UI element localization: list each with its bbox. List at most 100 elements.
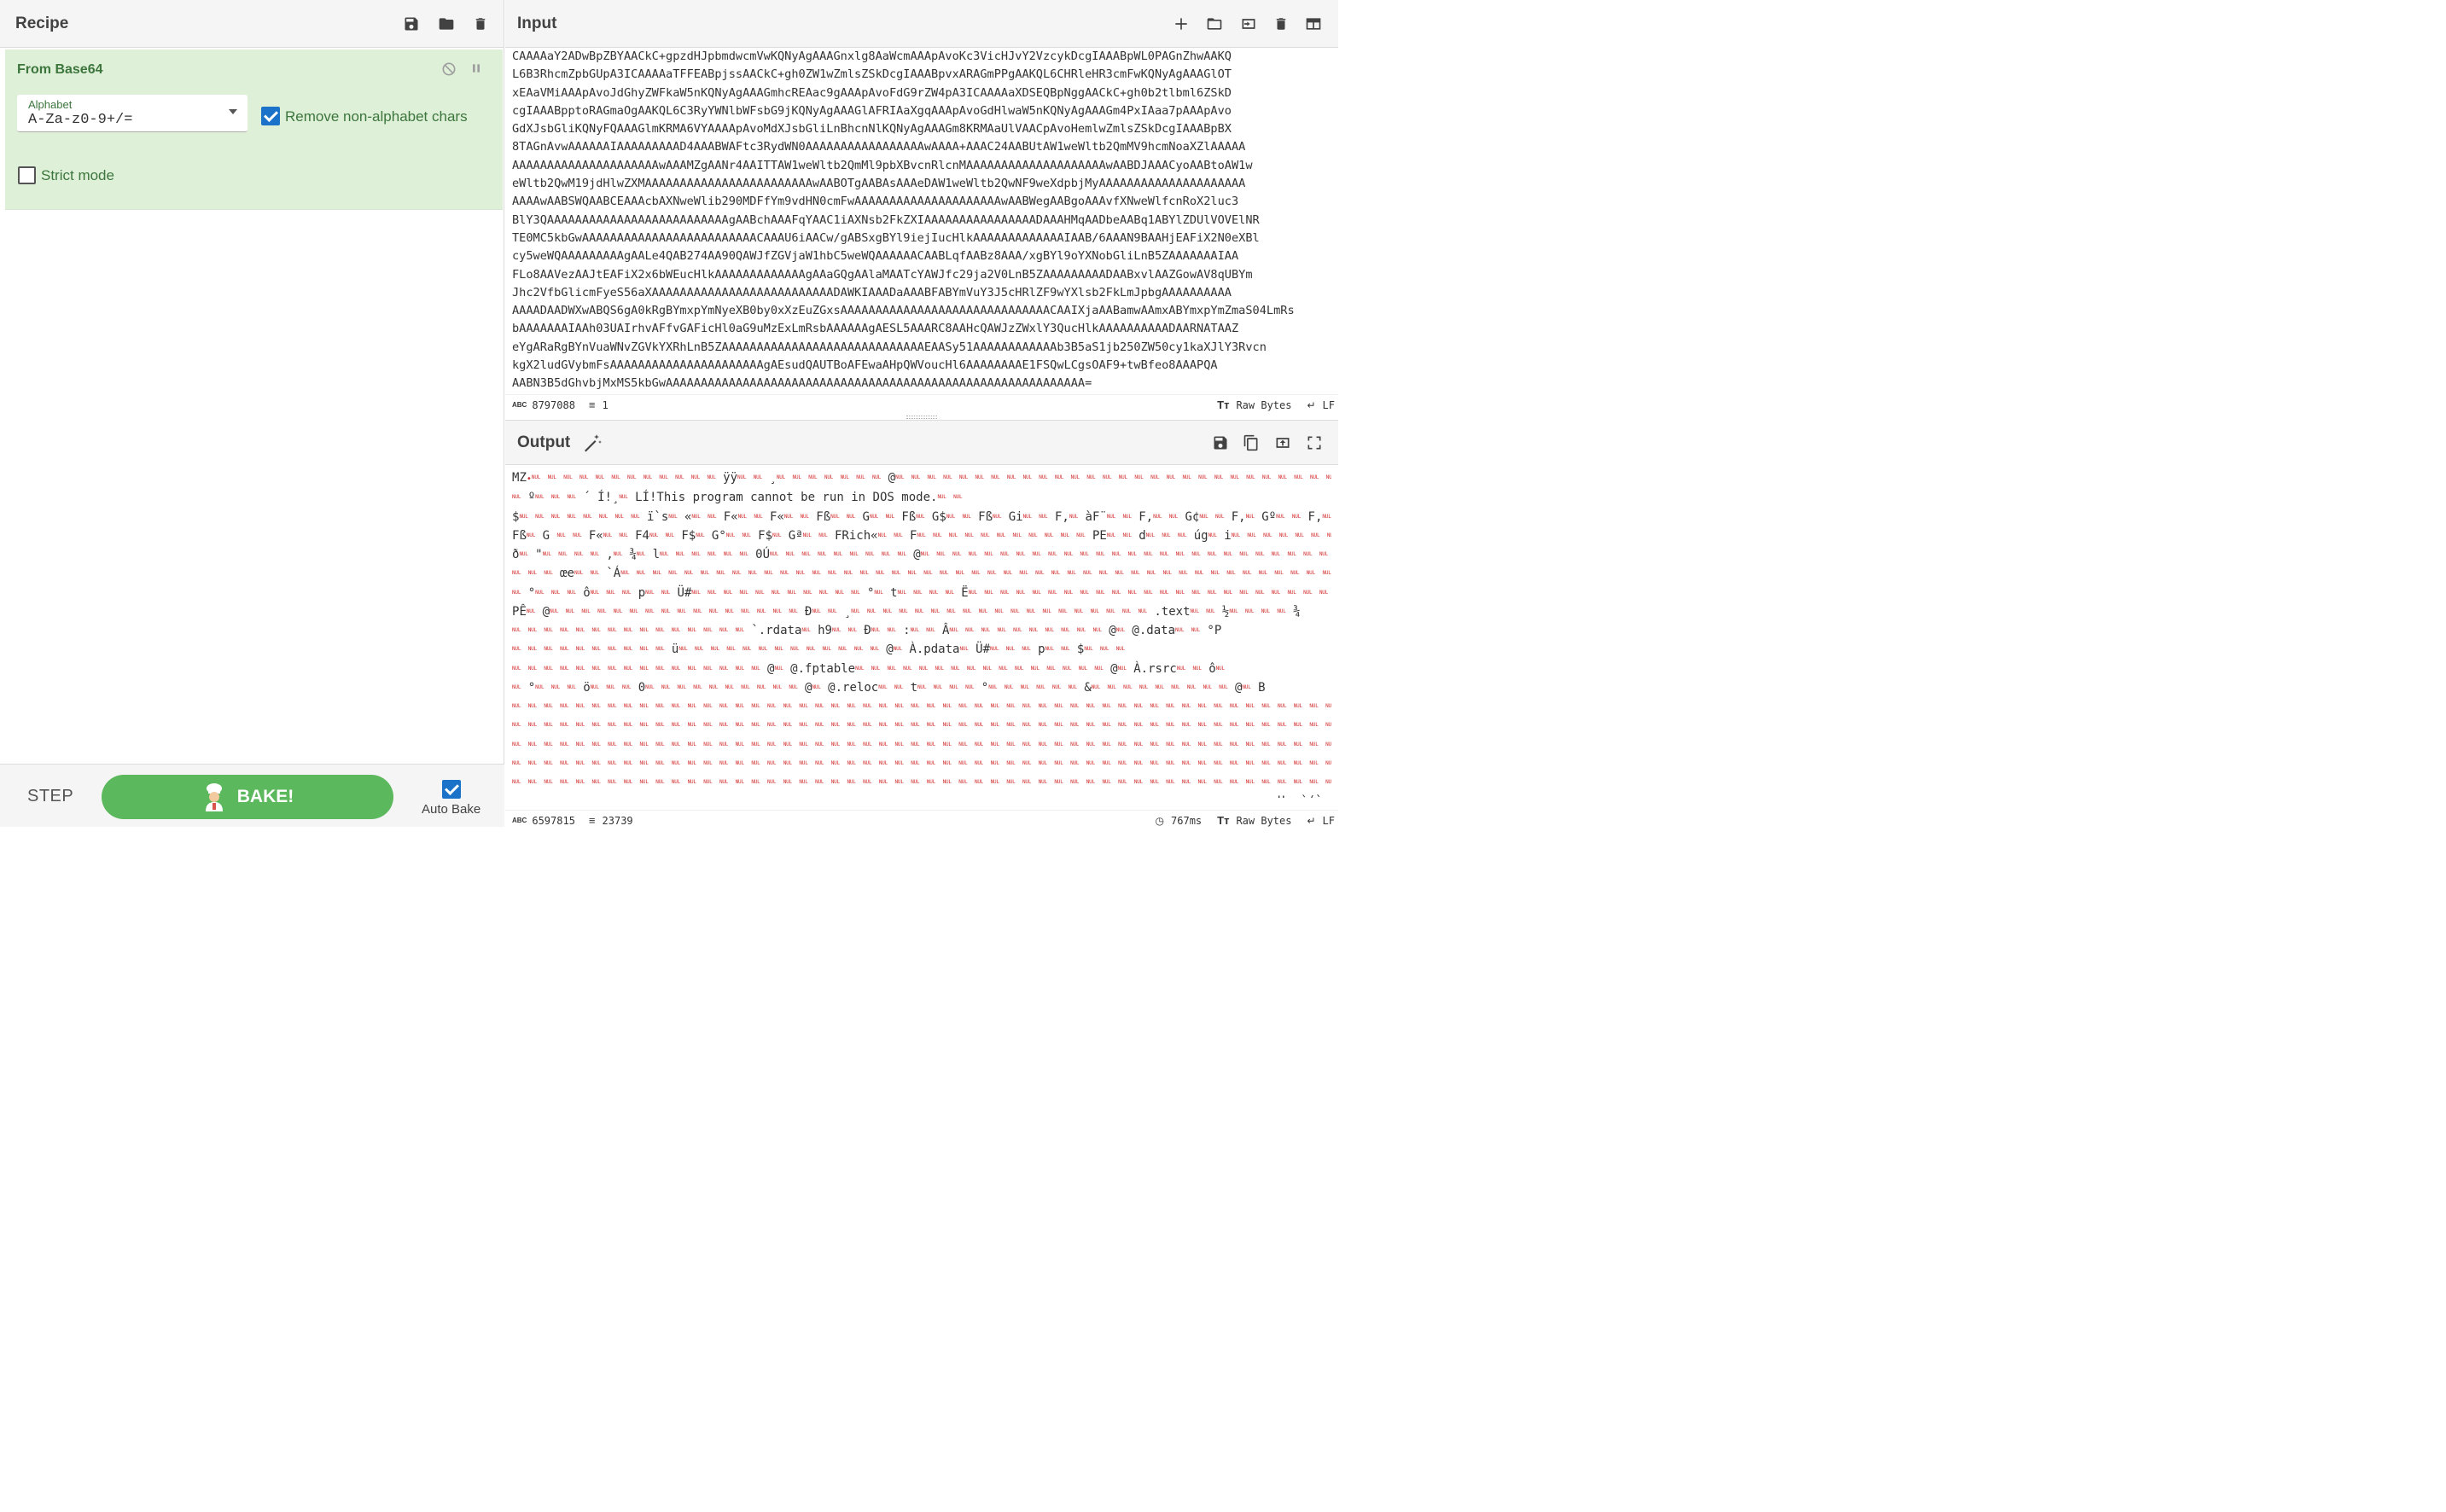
open-file-icon[interactable]	[1239, 15, 1258, 32]
save-output-icon[interactable]	[1212, 434, 1229, 451]
char-count-icon: ABC	[512, 817, 527, 824]
save-icon[interactable]	[403, 15, 420, 32]
output-title: Output	[517, 433, 571, 451]
remove-non-alphabet-label[interactable]: Remove non-alphabet chars	[285, 108, 468, 125]
bake-time: 767ms	[1171, 814, 1203, 827]
text-format-icon: Tт	[1217, 814, 1230, 827]
output-line: NUL NUL NUL NUL NUL NUL NUL NUL NUL NUL …	[512, 661, 1225, 676]
recipe-title: Recipe	[15, 14, 69, 32]
add-tab-icon[interactable]	[1173, 15, 1190, 32]
recipe-header: Recipe	[0, 0, 504, 48]
output-format[interactable]: Raw Bytes	[1236, 815, 1291, 827]
magic-wand-icon[interactable]	[582, 433, 603, 453]
pane-resize-handle[interactable]	[906, 416, 937, 419]
output-line: NUL °NUL NUL NUL öNUL NUL NUL 0NUL NUL N…	[512, 680, 1266, 695]
step-button[interactable]: STEP	[27, 787, 73, 806]
output-line: NUL NUL NUL NUL NUL NUL NUL NUL NUL NUL …	[512, 703, 1331, 709]
output-char-count: 6597815	[532, 814, 575, 827]
input-line: L6B3RhcmZpbGUpA3ICAAAAaTFFEABpjssAACkC+g…	[512, 67, 1232, 82]
output-header: Output	[505, 421, 1338, 465]
input-eol[interactable]: LF	[1323, 399, 1335, 411]
output-line: NUL NUL NUL œeNUL NUL `ÁNUL NUL NUL NUL …	[512, 567, 1331, 580]
output-statusbar: ABC 6597815 ≡ 23739 ◷ 767ms Tт Raw Bytes…	[505, 810, 1338, 830]
strict-mode-label[interactable]: Strict mode	[41, 167, 114, 184]
operation-from-base64: From Base64 Alphabet A-Za-z0-9+/= Remove…	[5, 49, 503, 210]
remove-non-alphabet-checkbox[interactable]	[261, 107, 280, 125]
auto-bake-checkbox[interactable]	[442, 780, 461, 799]
output-line: NUL NUL NUL NUL NUL NUL NUL NUL NUL NUL …	[512, 759, 1331, 766]
input-line: Jhc2VfbGlicmFyeS56aXAAAAAAAAAAAAAAAAAAAA…	[512, 285, 1232, 299]
input-line: kgX2ludGVybmFsAAAAAAAAAAAAAAAAAAAAAAgAEs…	[512, 358, 1218, 373]
output-line: NUL ºNUL NUL NUL ´ Í!¸NUL LÍ!This progra…	[512, 491, 963, 504]
output-line: MZ•NUL NUL NUL NUL NUL NUL NUL NUL NUL N…	[512, 470, 1331, 485]
pause-icon[interactable]	[469, 61, 483, 76]
input-line: eWltb2QwM19jdHlwZXMAAAAAAAAAAAAAAAAAAAAA…	[512, 177, 1246, 191]
alphabet-value: A-Za-z0-9+/=	[28, 112, 133, 128]
eol-icon: ↵	[1307, 398, 1316, 411]
input-line: FLo8AAVezAAJtEAFiX2x6bWEucHlkAAAAAAAAAAA…	[512, 267, 1253, 282]
input-char-count: 8797088	[532, 398, 575, 411]
recipe-pane: Recipe From Base64 Alphabet A-Za-z0-9+/=	[0, 0, 504, 827]
output-line-count: 23739	[602, 814, 633, 827]
input-textarea[interactable]: CAAAAaY2ADwBpZBYAACkC+gpzdHJpbmdwcmVwKQN…	[512, 48, 1327, 393]
output-line: FßNUL G NUL NUL F«NUL NUL F4NUL NUL F$NU…	[512, 528, 1331, 543]
output-pane: Output MZ•NUL NUL NUL NUL NUL NUL NUL NU…	[505, 420, 1338, 830]
copy-icon[interactable]	[1243, 433, 1260, 452]
output-line: PÊNUL @NUL NUL NUL NUL NUL NUL NUL NUL N…	[512, 604, 1301, 619]
disable-icon[interactable]	[440, 61, 457, 78]
input-line: AAAADAADWXwABQS6gA0kRgBYmxpYmNyeXB0by0xX…	[512, 304, 1295, 318]
trash-icon[interactable]	[473, 15, 488, 32]
char-count-icon: ABC	[512, 401, 527, 409]
replace-input-icon[interactable]	[1273, 434, 1292, 451]
clear-input-icon[interactable]	[1273, 15, 1289, 32]
output-line: NUL NUL NUL NUL NUL NUL NUL NUL NUL NUL …	[512, 792, 1331, 798]
input-line: TE0MC5kbGwAAAAAAAAAAAAAAAAAAAAAAAAACAAAU…	[512, 230, 1260, 245]
line-count-icon: ≡	[588, 814, 596, 827]
input-pane: Input CAAAAaY2ADwBpZBYAACkC+gpzdHJpbmdwc…	[505, 0, 1338, 416]
input-line: AAAAAAAAAAAAAAAAAAAAAwAAAMZgAANr4AAITTAW…	[512, 158, 1253, 172]
input-format[interactable]: Raw Bytes	[1236, 399, 1291, 411]
input-line: bAAAAAAAIAAh03UAIrhvAFfvGAFicHl0aG9uMzEx…	[512, 322, 1239, 336]
open-folder-icon[interactable]	[1205, 15, 1224, 32]
input-header: Input	[505, 0, 1338, 48]
strict-mode-checkbox[interactable]	[18, 166, 36, 184]
input-line: GdXJsbGliKQNyFQAAAGlmKRMA6VYAAAApAvoMdXJ…	[512, 122, 1232, 137]
dropdown-caret-icon	[229, 109, 237, 114]
output-textarea[interactable]: MZ•NUL NUL NUL NUL NUL NUL NUL NUL NUL N…	[512, 468, 1331, 798]
input-line: AAAAwAABSWQAABCEAAAcbAXNweWlib290MDFfYm9…	[512, 195, 1239, 209]
input-line: CAAAAaY2ADwBpZBYAACkC+gpzdHJpbmdwcmVwKQN…	[512, 49, 1232, 63]
output-line: ðNUL "NUL NUL NUL NUL ,NUL ¾NUL lNUL NUL…	[512, 547, 1329, 561]
output-line: NUL °NUL NUL NUL ôNUL NUL NUL pNUL NUL Ü…	[512, 585, 1329, 600]
input-line-count: 1	[602, 398, 609, 411]
output-line: NUL NUL NUL NUL NUL NUL NUL NUL NUL NUL …	[512, 643, 1125, 656]
input-line: BlY3QAAAAAAAAAAAAAAAAAAAAAAAAAAgAABchAAA…	[512, 212, 1260, 227]
alphabet-select[interactable]: Alphabet A-Za-z0-9+/=	[17, 95, 248, 132]
layout-icon[interactable]	[1304, 15, 1323, 32]
input-line: 8TAGnAvwAAAAAAIAAAAAAAAAD4AAABWAFtc3RydW…	[512, 140, 1246, 154]
eol-icon: ↵	[1307, 814, 1316, 827]
input-line: cgIAAABpptoRAGmaOgAAKQL6C3RyYWNlbWFsbG9j…	[512, 103, 1232, 118]
input-line: AABN3B5dGhvbjMxMS5kbGwAAAAAAAAAAAAAAAAAA…	[512, 376, 1092, 391]
input-line: cy5weWQAAAAAAAAAgAALe4QAB274AA90QAWJfZGV…	[512, 249, 1239, 264]
clock-icon: ◷	[1155, 814, 1165, 827]
output-line: NUL NUL NUL NUL NUL NUL NUL NUL NUL NUL …	[512, 741, 1331, 747]
input-line: eYgARaRgBYnVuaWNvZGVkYXRhLnB5ZAAAAAAAAAA…	[512, 340, 1267, 354]
bake-button[interactable]: BAKE!	[102, 775, 393, 819]
output-line: NUL NUL NUL NUL NUL NUL NUL NUL NUL NUL …	[512, 722, 1331, 729]
line-count-icon: ≡	[588, 398, 596, 411]
controls-bar: STEP BAKE! Auto Bake	[0, 764, 504, 827]
bake-label: BAKE!	[236, 787, 294, 806]
output-line: NUL NUL NUL NUL NUL NUL NUL NUL NUL NUL …	[512, 779, 1331, 785]
output-line: NUL NUL NUL NUL NUL NUL NUL NUL NUL NUL …	[512, 623, 1222, 637]
text-format-icon: Tт	[1217, 398, 1230, 411]
output-line: $NUL NUL NUL NUL NUL NUL NUL NUL ï`sNUL …	[512, 509, 1331, 524]
auto-bake-label[interactable]: Auto Bake	[422, 802, 480, 817]
chef-icon	[201, 782, 227, 811]
input-line: xEAaVMiAAApAvoJdGhyZWFkaW5nKQNyAgAAAGmhc…	[512, 85, 1232, 100]
operation-title: From Base64	[17, 62, 103, 77]
maximize-icon[interactable]	[1306, 434, 1323, 451]
output-eol[interactable]: LF	[1323, 815, 1335, 827]
folder-icon[interactable]	[437, 15, 456, 32]
input-title: Input	[517, 14, 557, 32]
input-statusbar: ABC 8797088 ≡ 1 Tт Raw Bytes ↵ LF	[505, 394, 1338, 415]
